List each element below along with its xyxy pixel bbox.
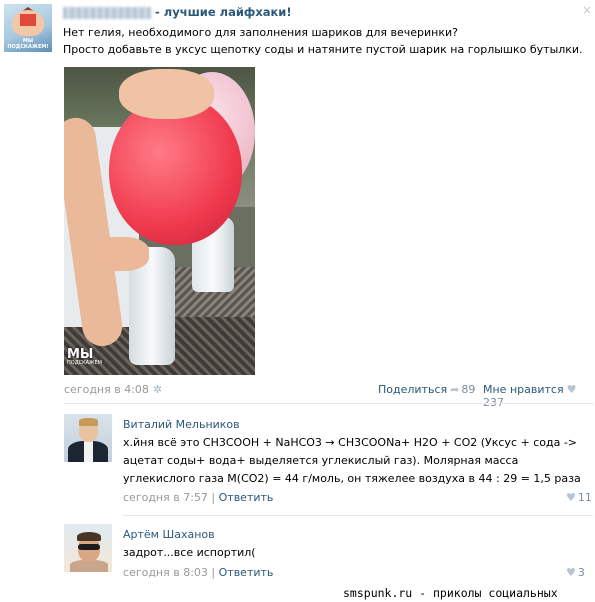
comment-meta: сегодня в 7:57 | Ответить (123, 491, 274, 504)
share-label: Поделиться (378, 383, 448, 396)
comment-like-count: 3 (577, 566, 585, 579)
post-text-line: Нет гелия, необходимого для заполнения ш… (63, 26, 459, 39)
comment-text: задрот...все испортил( (123, 546, 256, 559)
group-name[interactable]: - лучшие лайфхаки! (151, 5, 292, 19)
comment-author[interactable]: Артём Шаханов (123, 528, 215, 541)
comment-like-button[interactable]: ♥ 11 (563, 491, 592, 504)
group-avatar[interactable]: МЫ ПОДСКАЖЕМ! (4, 4, 52, 52)
reply-button[interactable]: Ответить (219, 566, 274, 579)
comment-like-button[interactable]: ♥ 3 (563, 566, 585, 579)
comment: Виталий Мельников х.йня всё это CH3COOH … (64, 414, 594, 509)
divider (64, 403, 594, 404)
sunglasses-graphic (78, 544, 100, 550)
comment-date[interactable]: сегодня в 8:03 (123, 566, 208, 579)
comment-meta: сегодня в 8:03 | Ответить (123, 566, 274, 579)
post-text-line: Просто добавьте в уксус щепотку соды и н… (63, 43, 583, 56)
avatar-hair (77, 532, 101, 541)
post-date-row: сегодня в 4:08 ✲ (64, 383, 162, 396)
avatar-shirt (84, 441, 93, 462)
heart-icon: ♥ (566, 383, 577, 396)
post-text: Нет гелия, необходимого для заполнения ш… (63, 24, 588, 58)
like-button[interactable]: Мне нравится ♥237 (483, 383, 595, 409)
divider (123, 515, 593, 516)
comment-text: х.йня всё это CH3COOH + NaHCO3 → CH3COON… (123, 436, 581, 485)
avatar-caption: МЫ ПОДСКАЖЕМ! (7, 38, 49, 50)
share-button[interactable]: Поделиться ➦ 89 (378, 383, 475, 396)
share-arrow-icon: ➦ (450, 383, 460, 396)
comment-author[interactable]: Виталий Мельников (123, 418, 240, 431)
gear-icon[interactable]: ✲ (153, 383, 162, 396)
close-icon[interactable]: × (582, 3, 592, 17)
comment-like-count: 11 (577, 491, 592, 504)
comment: Артём Шаханов задрот...все испортил( сег… (64, 524, 594, 579)
avatar-hair (79, 418, 98, 426)
post-photo[interactable]: МЫ ПОДСКАЖЕМ (64, 67, 255, 375)
hand-on-balloon (119, 69, 214, 119)
like-label: Мне нравится (483, 383, 564, 396)
heart-icon: ♥ (566, 491, 576, 504)
heart-icon: ♥ (566, 566, 576, 579)
share-count: 89 (461, 383, 476, 396)
post-author-line: - лучшие лайфхаки! (63, 5, 292, 19)
house-graphic (20, 14, 36, 26)
comment-date[interactable]: сегодня в 7:57 (123, 491, 208, 504)
avatar[interactable] (64, 524, 112, 572)
post-date[interactable]: сегодня в 4:08 (64, 383, 149, 396)
reply-button[interactable]: Ответить (219, 491, 274, 504)
hand-on-bottle (89, 237, 149, 271)
blurred-group-name[interactable] (63, 6, 151, 19)
avatar[interactable] (64, 414, 112, 462)
photo-watermark-sub: ПОДСКАЖЕМ (67, 360, 102, 366)
site-credit: smspunk.ru - приколы социальных сетей (343, 586, 558, 602)
